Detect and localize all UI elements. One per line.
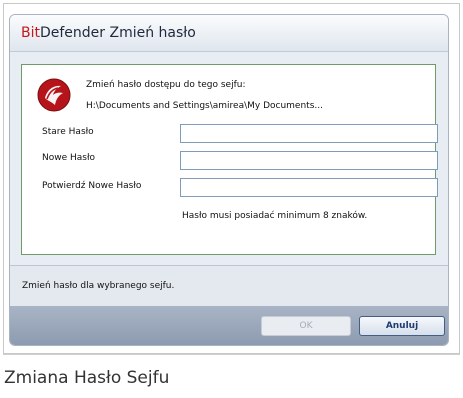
figure-caption: Zmiana Hasło Sejfu xyxy=(4,368,170,388)
button-bar: OK Anuluj xyxy=(10,306,448,345)
new-password-field[interactable] xyxy=(180,151,438,170)
confirm-password-field[interactable] xyxy=(180,178,438,197)
content-panel: Zmień hasło dostępu do tego sejfu: H:\Do… xyxy=(21,64,438,255)
vault-path: H:\Documents and Settings\amirea\My Docu… xyxy=(86,101,323,111)
caption-divider xyxy=(3,354,460,355)
confirm-password-label: Potwierdź Nowe Hasło xyxy=(42,181,142,191)
dialog-title: BitDefender Zmień hasło xyxy=(21,25,196,41)
old-password-field[interactable] xyxy=(180,124,438,143)
status-bar: Zmień hasło dla wybranego sejfu. xyxy=(10,265,448,307)
password-requirement-hint: Hasło musi posiadać minimum 8 znaków. xyxy=(182,211,368,221)
title-text: Defender Zmień hasło xyxy=(39,25,196,41)
cancel-button[interactable]: Anuluj xyxy=(359,316,445,336)
ok-button[interactable]: OK xyxy=(261,316,351,336)
new-password-label: Nowe Hasło xyxy=(42,153,96,163)
status-text: Zmień hasło dla wybranego sejfu. xyxy=(22,281,175,291)
bitdefender-logo-icon xyxy=(37,78,71,112)
intro-text: Zmień hasło dostępu do tego sejfu: xyxy=(86,80,246,90)
title-brand: Bit xyxy=(21,25,40,41)
change-password-dialog: BitDefender Zmień hasło Zmień hasło dost… xyxy=(9,14,449,346)
title-bar: BitDefender Zmień hasło xyxy=(10,15,448,52)
old-password-label: Stare Hasło xyxy=(42,127,94,137)
